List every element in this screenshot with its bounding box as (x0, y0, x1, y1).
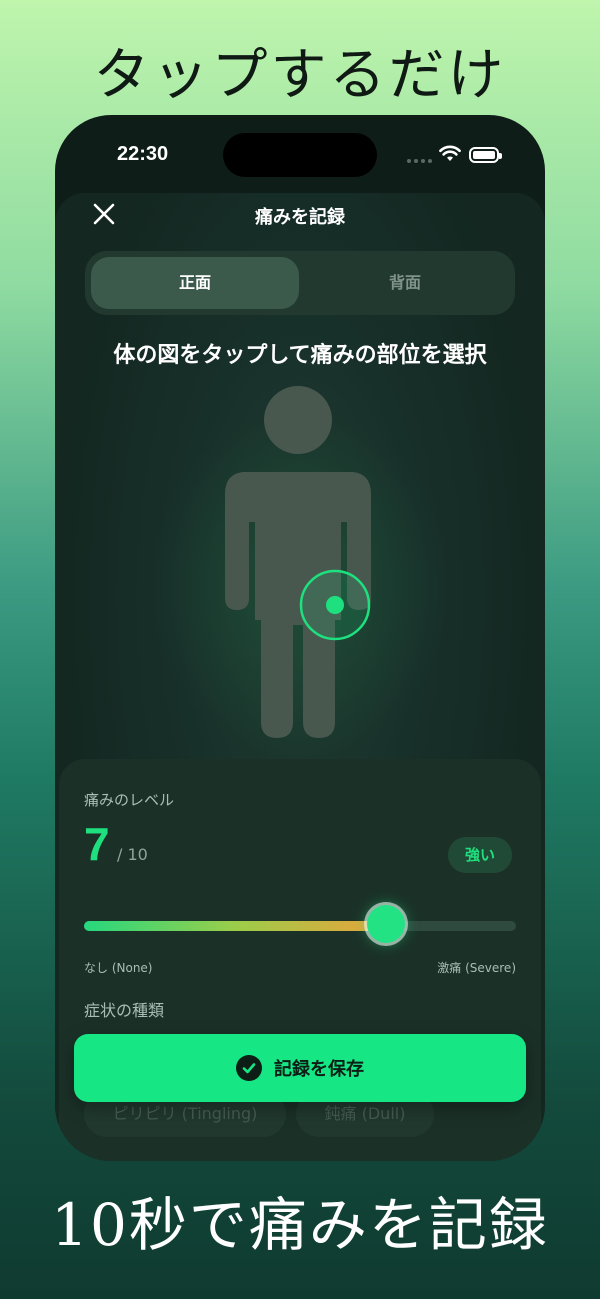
checkmark-icon (236, 1055, 262, 1081)
view-toggle: 正面 背面 (85, 251, 515, 315)
pain-marker-dot (326, 596, 344, 614)
phone-frame: 22:30 痛みを記録 正面 背面 体の図をタップして痛みの部位を選択 痛みのレ… (55, 115, 545, 1161)
pain-level-max: / 10 (117, 845, 148, 864)
slider-thumb[interactable] (367, 905, 405, 943)
instruction-text: 体の図をタップして痛みの部位を選択 (113, 343, 487, 368)
pain-level-slider[interactable] (84, 905, 516, 943)
dynamic-island (223, 133, 377, 177)
pain-level-value: 7 (84, 818, 110, 870)
status-bar: 22:30 (55, 115, 545, 195)
save-button-label: 記録を保存 (274, 1059, 364, 1080)
tab-front[interactable]: 正面 (91, 257, 299, 309)
symptom-type-label: 症状の種類 (84, 1001, 165, 1020)
save-record-button[interactable]: 記録を保存 (74, 1034, 526, 1102)
sheet-title: 痛みを記録 (255, 207, 345, 228)
pain-level-badge: 強い (448, 837, 512, 873)
headline-bottom: 10秒で痛みを記録 (51, 1191, 549, 1259)
slider-max-label: 激痛 (Severe) (437, 961, 516, 975)
cellular-signal-icon (407, 155, 433, 163)
wifi-icon (439, 145, 461, 161)
slider-min-label: なし (None) (84, 961, 153, 975)
battery-icon (469, 147, 502, 163)
body-map[interactable] (55, 370, 545, 770)
status-time: 22:30 (117, 143, 169, 165)
headline-top: タップするだけ (93, 43, 507, 108)
tab-back[interactable]: 背面 (301, 257, 509, 309)
pain-level-label: 痛みのレベル (84, 791, 175, 809)
slider-fill (84, 921, 386, 931)
